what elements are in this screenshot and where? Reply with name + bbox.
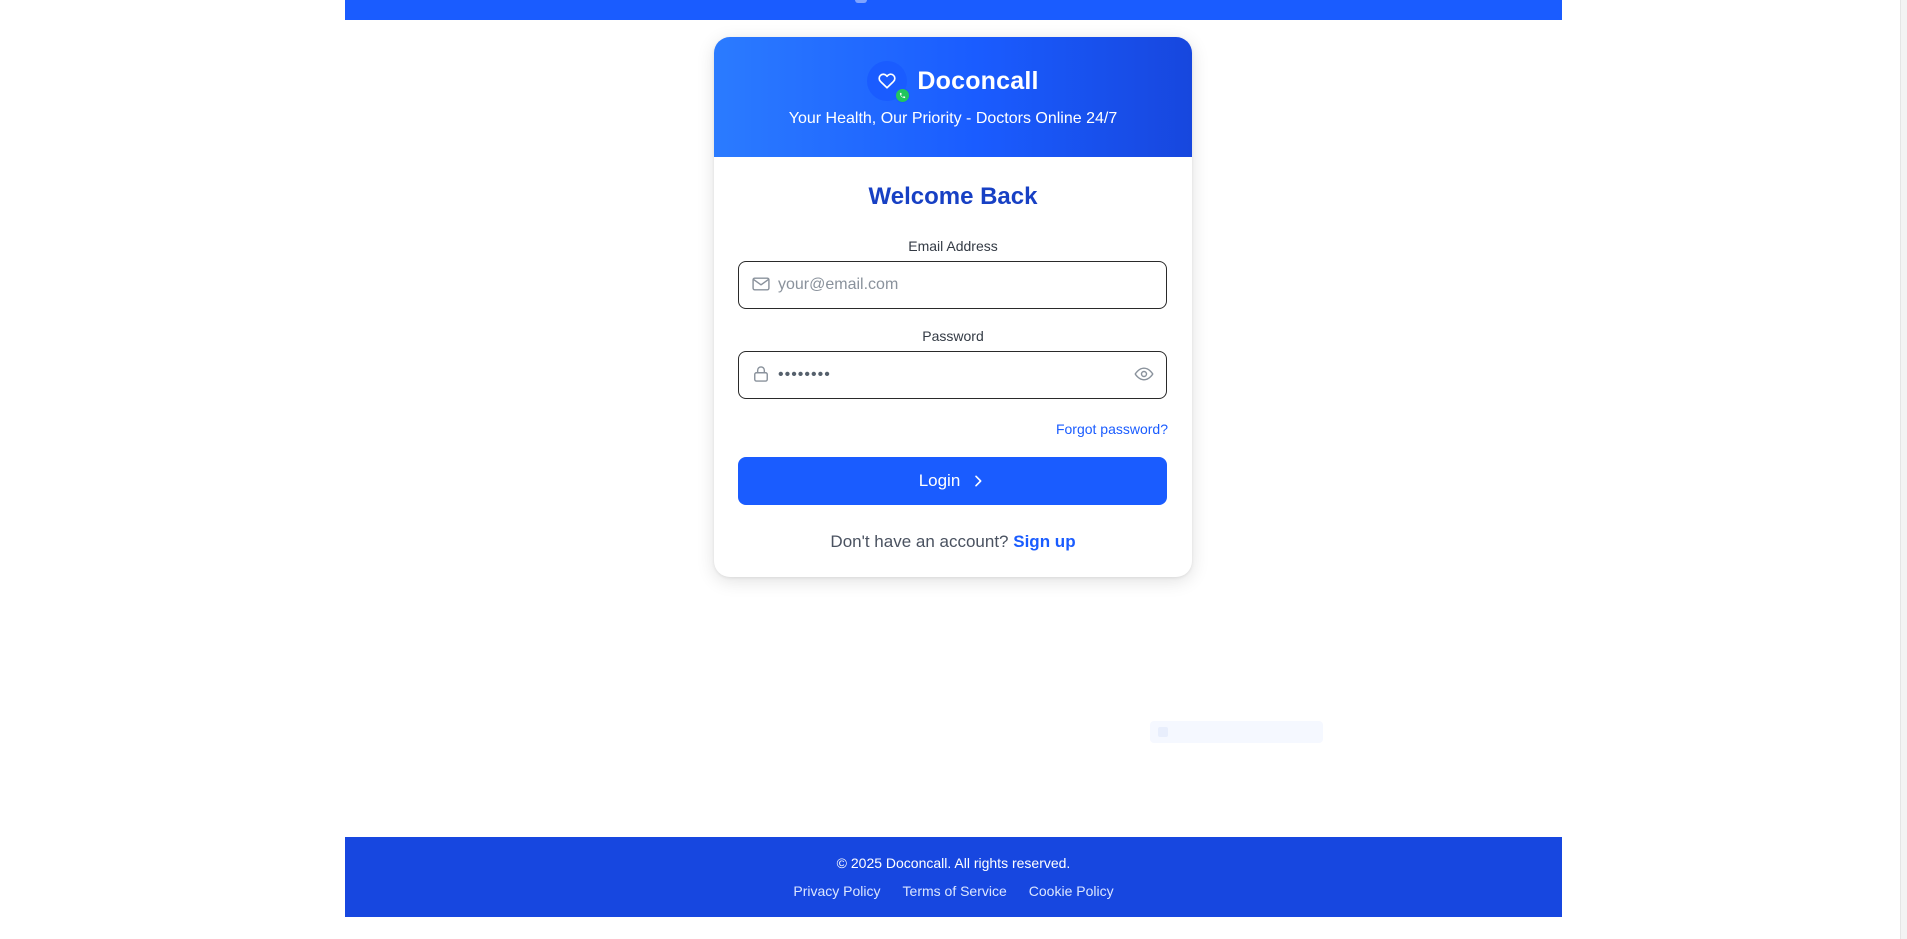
login-button[interactable]: Login <box>738 457 1167 505</box>
top-navbar <box>345 0 1746 20</box>
signup-row: Don't have an account? Sign up <box>714 532 1192 552</box>
brand-row: Doconcall <box>714 61 1192 103</box>
page-title: Welcome Back <box>868 183 1038 210</box>
email-label: Email Address <box>908 238 998 254</box>
password-label: Password <box>922 328 984 344</box>
card-header: Doconcall Your Health, Our Priority - Do… <box>714 37 1192 157</box>
mail-icon <box>752 277 770 291</box>
navbar-button[interactable] <box>1654 0 1746 8</box>
login-button-label: Login <box>918 471 961 490</box>
phone-icon <box>895 88 911 103</box>
notification-icon <box>1158 727 1168 737</box>
footer-links: Privacy Policy Terms of Service Cookie P… <box>345 883 1562 899</box>
navbar-partial-icon <box>855 0 867 3</box>
signup-prompt: Don't have an account? <box>830 532 1009 551</box>
footer-link-cookies[interactable]: Cookie Policy <box>1029 883 1114 899</box>
email-field[interactable]: your@email.com <box>738 261 1167 309</box>
heart-icon <box>867 61 911 103</box>
footer: © 2025 Doconcall. All rights reserved. P… <box>345 837 1562 917</box>
password-field[interactable]: •••••••• <box>738 351 1167 399</box>
signup-link[interactable]: Sign up <box>1013 532 1075 551</box>
footer-link-terms[interactable]: Terms of Service <box>903 883 1007 899</box>
faded-notification <box>1150 721 1323 743</box>
brand-name: Doconcall <box>917 66 1039 95</box>
email-placeholder[interactable]: your@email.com <box>778 262 898 307</box>
copyright: © 2025 Doconcall. All rights reserved. <box>836 855 1071 871</box>
login-card: Doconcall Your Health, Our Priority - Do… <box>714 37 1192 577</box>
forgot-password-link[interactable]: Forgot password? <box>1056 421 1168 437</box>
tagline: Your Health, Our Priority - Doctors Onli… <box>788 110 1118 127</box>
chevron-right-icon <box>975 475 982 487</box>
password-value[interactable]: •••••••• <box>778 352 831 397</box>
lock-icon <box>754 366 768 382</box>
eye-icon[interactable] <box>1134 364 1154 384</box>
page-scrollbar[interactable] <box>1900 0 1907 939</box>
footer-link-privacy[interactable]: Privacy Policy <box>793 883 880 899</box>
